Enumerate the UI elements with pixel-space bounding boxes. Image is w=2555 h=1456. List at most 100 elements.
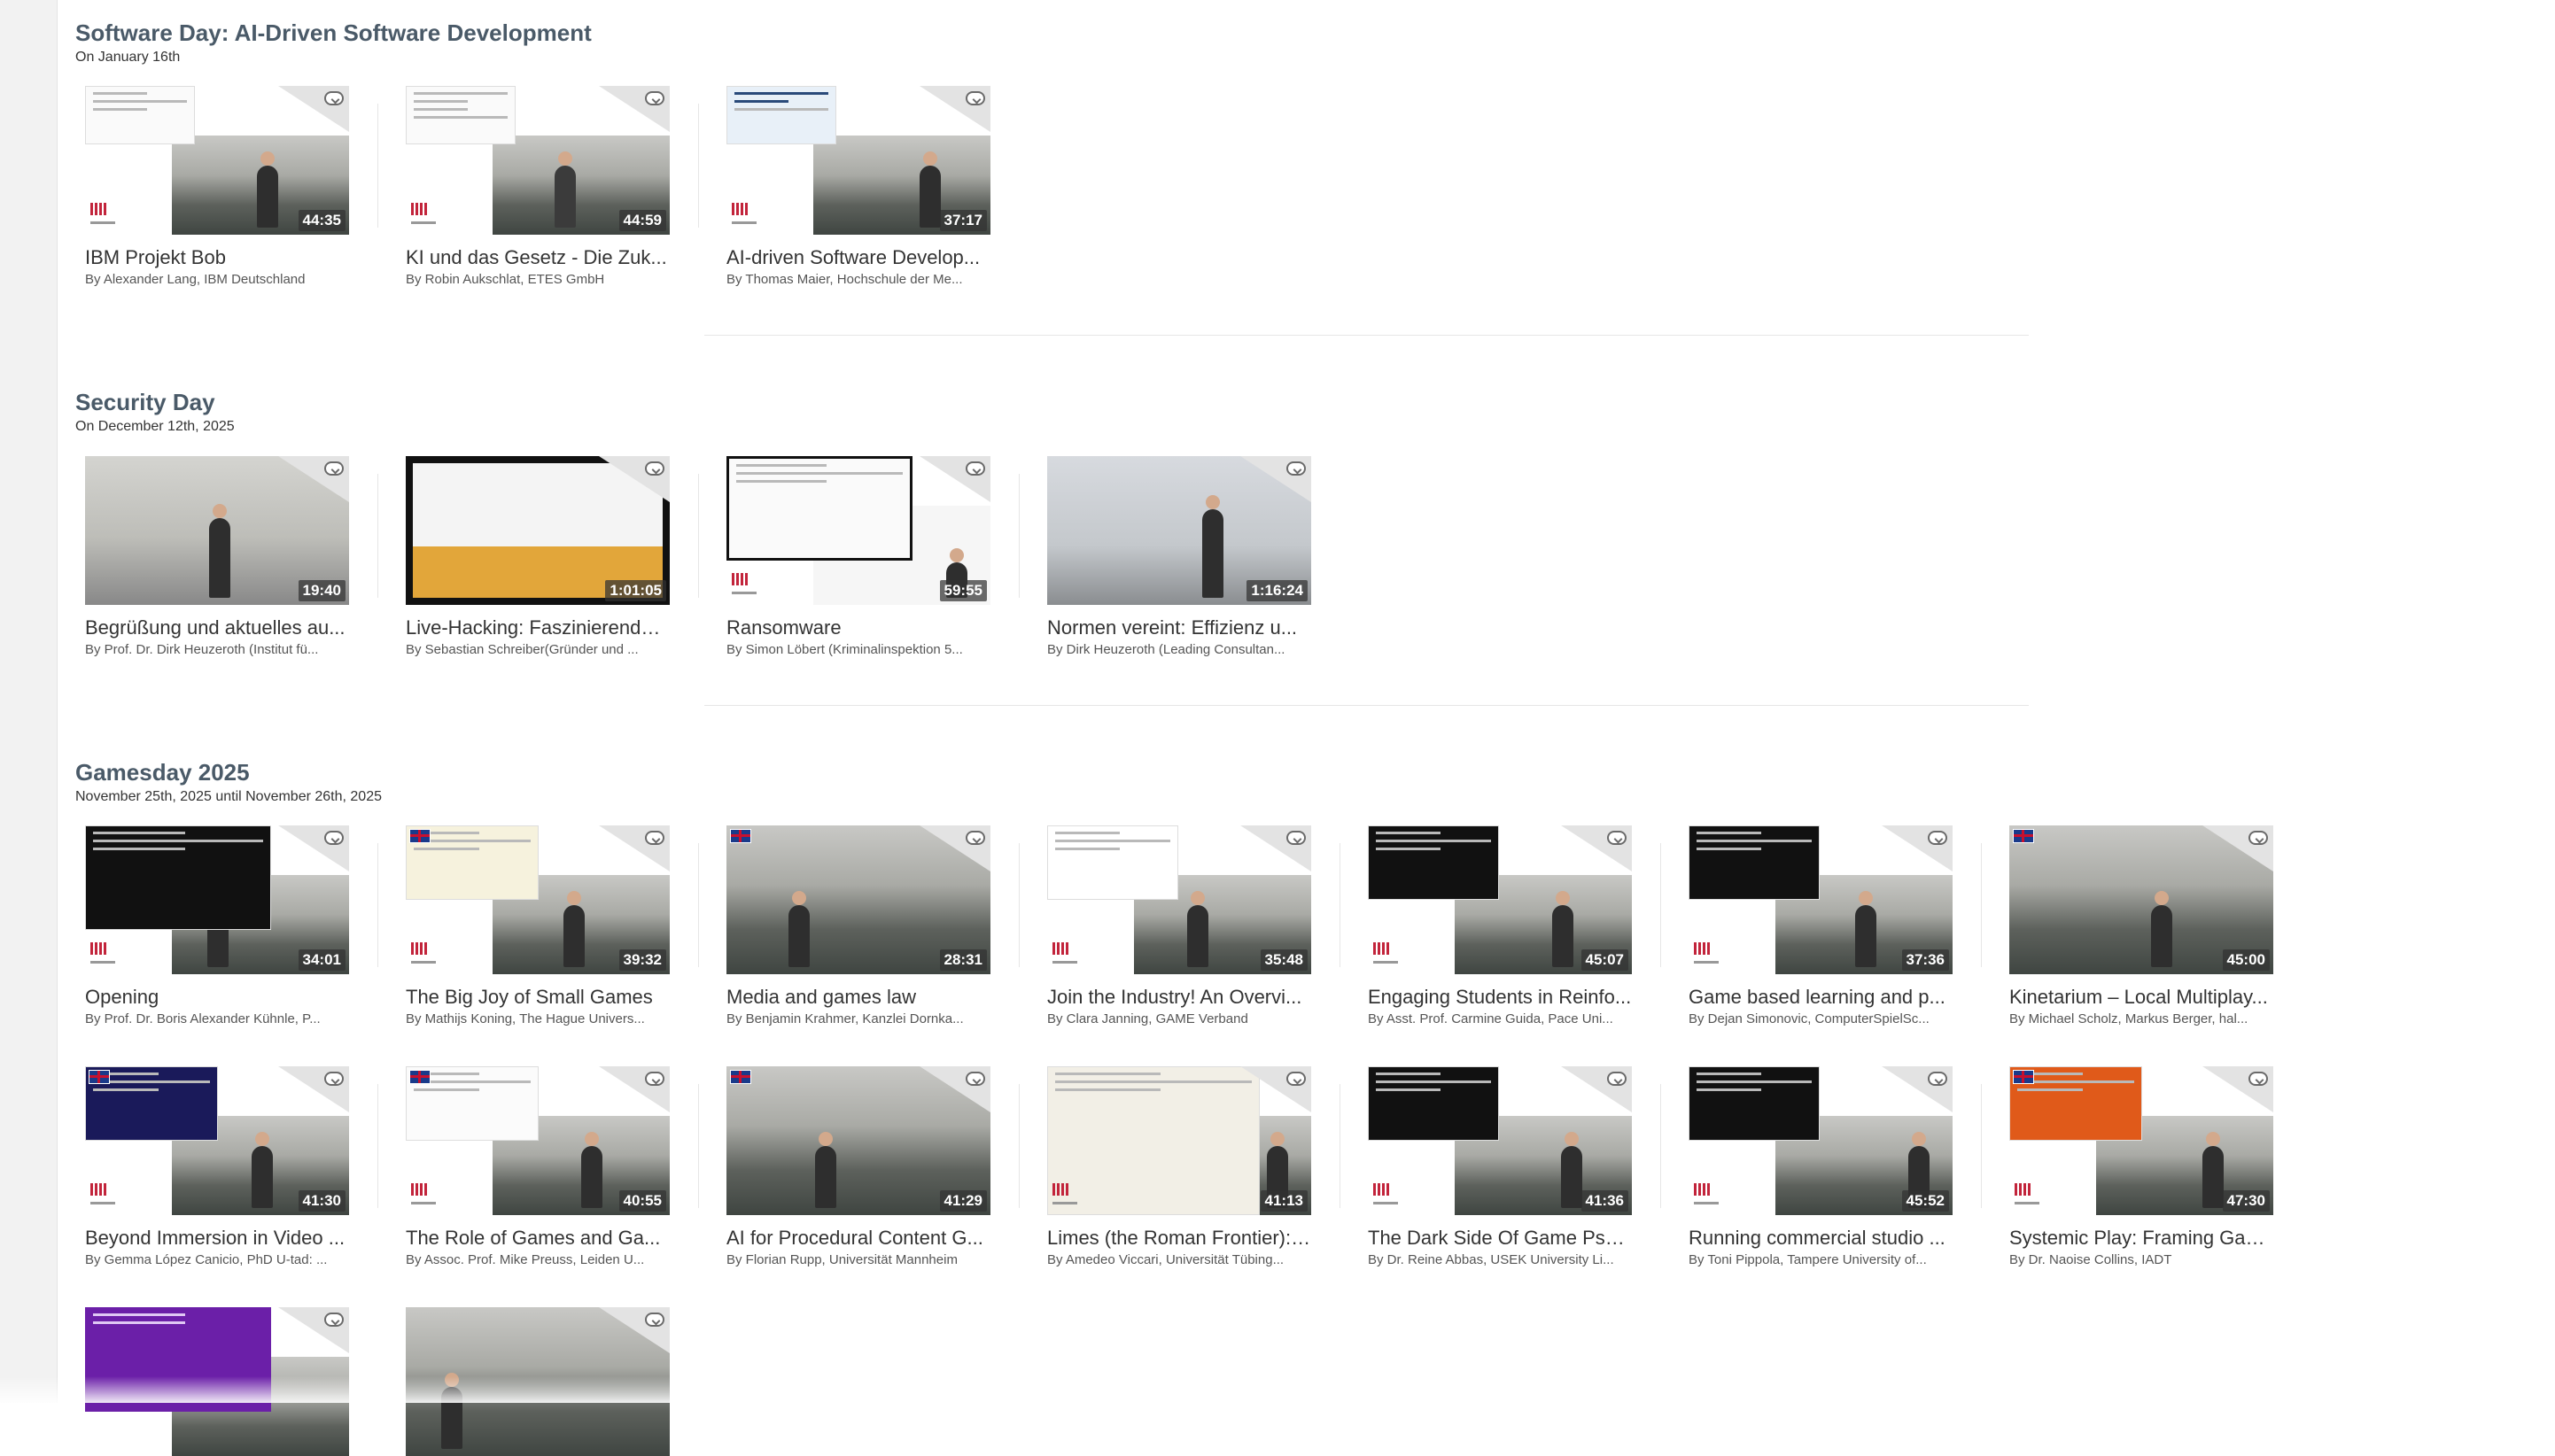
video-thumbnail[interactable]: 44:59: [406, 86, 670, 235]
video-thumbnail[interactable]: 1:16:24: [1047, 456, 1311, 605]
video-title[interactable]: Ransomware: [726, 616, 990, 640]
video-card[interactable]: 44:59 KI und das Gesetz - Die Zuk... By …: [406, 86, 699, 290]
video-card[interactable]: 37:36 Game based learning and p... By Deja…: [1689, 825, 1982, 1029]
duration-badge: 44:35: [298, 210, 346, 231]
video-card[interactable]: 45:00 Kinetarium – Local Multiplay... By M…: [2009, 825, 2273, 1029]
video-thumbnail[interactable]: 45:00: [2009, 825, 2273, 974]
hdm-logo-icon: [732, 573, 760, 596]
video-card[interactable]: 41:13 Limes (the Roman Frontier): ... By A…: [1047, 1066, 1340, 1270]
video-title[interactable]: Opening: [85, 985, 349, 1010]
video-title[interactable]: The Big Joy of Small Games: [406, 985, 670, 1010]
cloud-upload-icon: [324, 461, 344, 476]
video-thumbnail[interactable]: 40:55: [406, 1066, 670, 1215]
video-thumbnail[interactable]: 47:30: [2009, 1066, 2273, 1215]
video-title[interactable]: The Dark Side Of Game Psyc...: [1368, 1226, 1632, 1251]
video-thumbnail[interactable]: 41:30: [85, 1066, 349, 1215]
video-author: By Gemma López Canicio, PhD U-tad: ...: [85, 1252, 328, 1267]
video-author: By Sebastian Schreiber(Gründer und ...: [406, 642, 639, 657]
video-card[interactable]: 34:01 Opening By Prof. Dr. Boris Alexander…: [85, 825, 378, 1029]
video-title[interactable]: Media and games law: [726, 985, 990, 1010]
slide-preview: [726, 86, 836, 144]
video-title[interactable]: Join the Industry! An Overvi...: [1047, 985, 1311, 1010]
video-title[interactable]: AI-driven Software Develop...: [726, 245, 990, 270]
video-card[interactable]: 45:52 Running commercial studio ... By Ton…: [1689, 1066, 1982, 1270]
video-title[interactable]: KI und das Gesetz - Die Zuk...: [406, 245, 670, 270]
video-card[interactable]: 40:55 The Role of Games and Ga... By Assoc…: [406, 1066, 699, 1270]
video-card[interactable]: 41:29 AI for Procedural Content G... By Fl…: [726, 1066, 1020, 1270]
video-card[interactable]: 35:48 Join the Industry! An Overvi... By C…: [1047, 825, 1340, 1029]
video-thumbnail[interactable]: 41:13: [1047, 1066, 1311, 1215]
video-title[interactable]: Live-Hacking: Faszinierende ...: [406, 616, 670, 640]
video-card[interactable]: 44:35 IBM Projekt Bob By Alexander Lang,…: [85, 86, 378, 290]
cloud-upload-icon: [966, 1072, 985, 1086]
duration-badge: 44:59: [618, 210, 666, 231]
cloud-upload-icon: [645, 461, 664, 476]
section-title[interactable]: Gamesday 2025: [75, 757, 2467, 787]
duration-badge: 19:40: [298, 580, 346, 601]
cloud-upload-icon: [966, 461, 985, 476]
hdm-logo-icon: [90, 942, 119, 965]
section-title[interactable]: Software Day: AI-Driven Software Develop…: [75, 18, 2467, 48]
cloud-upload-icon: [2248, 1072, 2268, 1086]
video-card[interactable]: 41:36 The Dark Side Of Game Psyc... By Dr.…: [1368, 1066, 1661, 1270]
uk-flag-icon: [730, 829, 751, 843]
video-title[interactable]: IBM Projekt Bob: [85, 245, 349, 270]
video-thumbnail[interactable]: 37:36: [1689, 825, 1953, 974]
video-title[interactable]: Game based learning and p...: [1689, 985, 1953, 1010]
cloud-upload-icon: [645, 831, 664, 845]
video-row: 41:30 Beyond Immersion in Video ... By Gem…: [85, 1066, 2330, 1270]
video-thumbnail[interactable]: 59:55: [726, 456, 990, 605]
video-title[interactable]: Normen vereint: Effizienz u...: [1047, 616, 1311, 640]
video-card[interactable]: 1:01:05 Live-Hacking: Faszinierende ... …: [406, 456, 699, 660]
section-gamesday-2025: Gamesday 2025 November 25th, 2025 until …: [75, 757, 2467, 807]
video-title[interactable]: Begrüßung und aktuelles au...: [85, 616, 349, 640]
video-title[interactable]: Beyond Immersion in Video ...: [85, 1226, 349, 1251]
video-author: By Clara Janning, GAME Verband: [1047, 1011, 1248, 1026]
video-thumbnail[interactable]: 41:29: [726, 1066, 990, 1215]
video-title[interactable]: Limes (the Roman Frontier): ...: [1047, 1226, 1311, 1251]
video-card[interactable]: 28:31 Media and games law By Benjamin Krah…: [726, 825, 1020, 1029]
video-card[interactable]: 45:07 Engaging Students in Reinfo... By As…: [1368, 825, 1661, 1029]
video-thumbnail[interactable]: 19:40: [85, 456, 349, 605]
video-card[interactable]: 1:16:24 Normen vereint: Effizienz u... B…: [1047, 456, 1311, 660]
video-title[interactable]: Kinetarium – Local Multiplay...: [2009, 985, 2273, 1010]
video-card[interactable]: 19:40 Begrüßung und aktuelles au... By P…: [85, 456, 378, 660]
video-card[interactable]: 47:30 Systemic Play: Framing Gam... By Dr.…: [2009, 1066, 2273, 1270]
video-thumbnail[interactable]: 37:17: [726, 86, 990, 235]
video-title[interactable]: Systemic Play: Framing Gam...: [2009, 1226, 2273, 1251]
video-thumbnail[interactable]: 44:35: [85, 86, 349, 235]
hdm-logo-icon: [90, 1183, 119, 1206]
video-thumbnail[interactable]: 45:52: [1689, 1066, 1953, 1215]
hdm-logo-icon: [2015, 1183, 2043, 1206]
video-author: By Dirk Heuzeroth (Leading Consultan...: [1047, 642, 1285, 657]
video-card[interactable]: 37:17 AI-driven Software Develop... By T…: [726, 86, 990, 290]
slide-preview: [1047, 825, 1178, 900]
video-thumbnail[interactable]: 34:01: [85, 825, 349, 974]
video-thumbnail[interactable]: 1:01:05: [406, 456, 670, 605]
video-card[interactable]: 39:32 The Big Joy of Small Games By Mathij…: [406, 825, 699, 1029]
slide-preview: [1689, 825, 1820, 900]
section-security-day: Security Day On December 12th, 2025: [75, 387, 2467, 437]
duration-badge: 28:31: [939, 949, 987, 971]
duration-badge: 45:00: [2222, 949, 2270, 971]
section-software-day: Software Day: AI-Driven Software Develop…: [75, 18, 2467, 67]
video-title[interactable]: Engaging Students in Reinfo...: [1368, 985, 1632, 1010]
video-row: 44:35 IBM Projekt Bob By Alexander Lang,…: [85, 86, 1047, 290]
slide-preview: [406, 86, 516, 144]
video-title[interactable]: Running commercial studio ...: [1689, 1226, 1953, 1251]
video-card[interactable]: 41:30 Beyond Immersion in Video ... By Gem…: [85, 1066, 378, 1270]
video-thumbnail[interactable]: 45:07: [1368, 825, 1632, 974]
video-thumbnail[interactable]: 39:32: [406, 825, 670, 974]
video-thumbnail[interactable]: 41:36: [1368, 1066, 1632, 1215]
video-title[interactable]: The Role of Games and Ga...: [406, 1226, 670, 1251]
video-author: By Assoc. Prof. Mike Preuss, Leiden U...: [406, 1252, 645, 1267]
hdm-logo-icon: [411, 1183, 439, 1206]
video-title[interactable]: AI for Procedural Content G...: [726, 1226, 990, 1251]
video-thumbnail[interactable]: 28:31: [726, 825, 990, 974]
duration-badge: 41:29: [939, 1190, 987, 1212]
hdm-logo-icon: [1694, 942, 1722, 965]
section-title[interactable]: Security Day: [75, 387, 2467, 417]
video-card[interactable]: 59:55 Ransomware By Simon Löbert (Krimin…: [726, 456, 1020, 660]
hdm-logo-icon: [411, 203, 439, 226]
video-thumbnail[interactable]: 35:48: [1047, 825, 1311, 974]
